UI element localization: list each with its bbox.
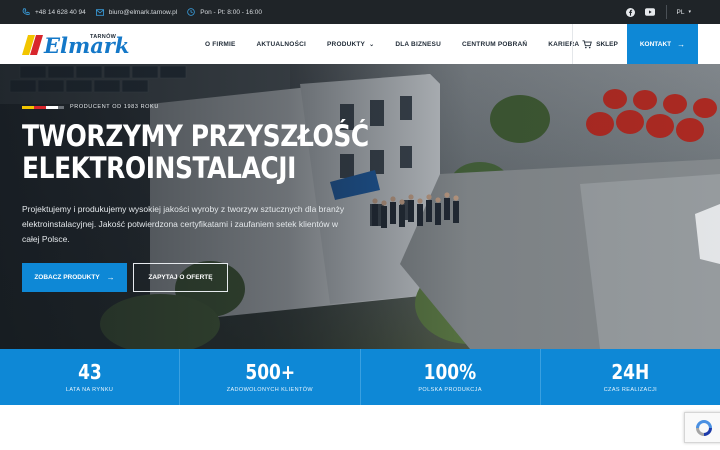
stat-label: POLSKA PRODUKCJA [418, 387, 482, 393]
phone-icon [22, 8, 30, 16]
nav-item-centrum-pobran[interactable]: CENTRUM POBRAŃ [462, 41, 527, 48]
opening-hours: Pon - Pt: 8:00 - 16:00 [187, 8, 262, 16]
recaptcha-badge[interactable] [684, 412, 720, 443]
facebook-icon[interactable] [626, 7, 636, 17]
email-contact[interactable]: biuro@elmark.tarnow.pl [95, 8, 178, 16]
contact-button[interactable]: KONTAKT → [627, 24, 698, 64]
view-products-button[interactable]: ZOBACZ PRODUKTY → [22, 263, 127, 292]
nav-label: O FIRMIE [205, 40, 236, 48]
recaptcha-icon [696, 419, 712, 436]
nav-item-o-firmie[interactable]: O FIRMIE [205, 41, 236, 48]
svg-text:Elmark: Elmark [43, 33, 129, 58]
hero-headline: TWORZYMY PRZYSZŁOŚĆ ELEKTROINSTALACJI [22, 120, 383, 184]
cart-icon [582, 39, 592, 49]
stat-item: 43 LATA NA RYNKU [0, 349, 181, 405]
nav-label: DLA BIZNESU [395, 40, 441, 48]
elmark-logo[interactable]: Elmark TARNÓW [22, 31, 134, 58]
stat-label: CZAS REALIZACJI [603, 387, 658, 393]
hero-content: PRODUCENT OD 1983 ROKU TWORZYMY PRZYSZŁO… [0, 64, 720, 349]
tagline-text: PRODUCENT OD 1983 ROKU [70, 104, 159, 110]
nav-item-aktualnosci[interactable]: AKTUALNOŚCI [257, 41, 307, 48]
arrow-right-icon: → [106, 273, 115, 282]
nav-item-produkty[interactable]: PRODUKTY ⌄ [327, 41, 374, 48]
hero-description: Projektujemy i produkujemy wysokiej jako… [22, 204, 345, 244]
stats-bar: 43 LATA NA RYNKU 500+ ZADOWOLONYCH KLIEN… [0, 349, 720, 405]
brand-stripes [22, 105, 64, 109]
stat-label: LATA NA RYNKU [65, 387, 114, 393]
phone-number: +48 14 628 40 94 [35, 8, 86, 16]
stat-label: ZADOWOLONYCH KLIENTÓW [226, 387, 314, 393]
request-offer-button[interactable]: ZAPYTAJ O OFERTĘ [133, 263, 228, 292]
email-address: biuro@elmark.tarnow.pl [108, 8, 178, 16]
view-products-label: ZOBACZ PRODUKTY [34, 274, 100, 281]
headline-line-2: ELEKTROINSTALACJI [22, 151, 296, 185]
headline-line-1: TWORZYMY PRZYSZŁOŚĆ [22, 119, 369, 153]
language-selector[interactable]: PL ▾ [677, 9, 691, 16]
mail-icon [95, 8, 104, 16]
chevron-down-icon: ▾ [688, 9, 691, 15]
main-navigation: O FIRMIE AKTUALNOŚCI PRODUKTY ⌄ DLA BIZNE… [205, 24, 600, 64]
hours-text: Pon - Pt: 8:00 - 16:00 [200, 8, 262, 16]
shop-label: SKLEP [596, 40, 618, 48]
contact-label: KONTAKT [639, 40, 672, 48]
chevron-down-icon: ⌄ [369, 41, 375, 48]
topbar-divider [665, 5, 667, 19]
clock-icon [187, 8, 195, 16]
hero-tagline: PRODUCENT OD 1983 ROKU [22, 104, 159, 110]
youtube-icon[interactable] [644, 7, 655, 17]
arrow-right-icon: → [677, 39, 686, 49]
svg-text:TARNÓW: TARNÓW [90, 32, 117, 40]
stat-value: 500+ [244, 360, 295, 384]
stat-item: 24H CZAS REALIZACJI [541, 349, 720, 405]
language-label: PL [676, 8, 685, 16]
stat-value: 100% [423, 360, 477, 384]
stat-value: 24H [611, 360, 650, 384]
hero-section: PRODUCENT OD 1983 ROKU TWORZYMY PRZYSZŁO… [0, 64, 720, 349]
nav-item-dla-biznesu[interactable]: DLA BIZNESU [395, 41, 441, 48]
shop-link[interactable]: SKLEP [572, 24, 627, 64]
top-bar: +48 14 628 40 94 biuro@elmark.tarnow.pl … [0, 0, 720, 24]
nav-label: AKTUALNOŚCI [256, 40, 307, 48]
request-offer-label: ZAPYTAJ O OFERTĘ [148, 274, 213, 281]
nav-label: CENTRUM POBRAŃ [461, 40, 528, 48]
main-header: Elmark TARNÓW O FIRMIE AKTUALNOŚCI PRODU… [0, 24, 720, 64]
stat-item: 500+ ZADOWOLONYCH KLIENTÓW [180, 349, 361, 405]
stat-value: 43 [77, 360, 102, 384]
stat-item: 100% POLSKA PRODUKCJA [361, 349, 541, 405]
nav-label: PRODUKTY [327, 40, 366, 48]
phone-contact[interactable]: +48 14 628 40 94 [22, 8, 86, 16]
